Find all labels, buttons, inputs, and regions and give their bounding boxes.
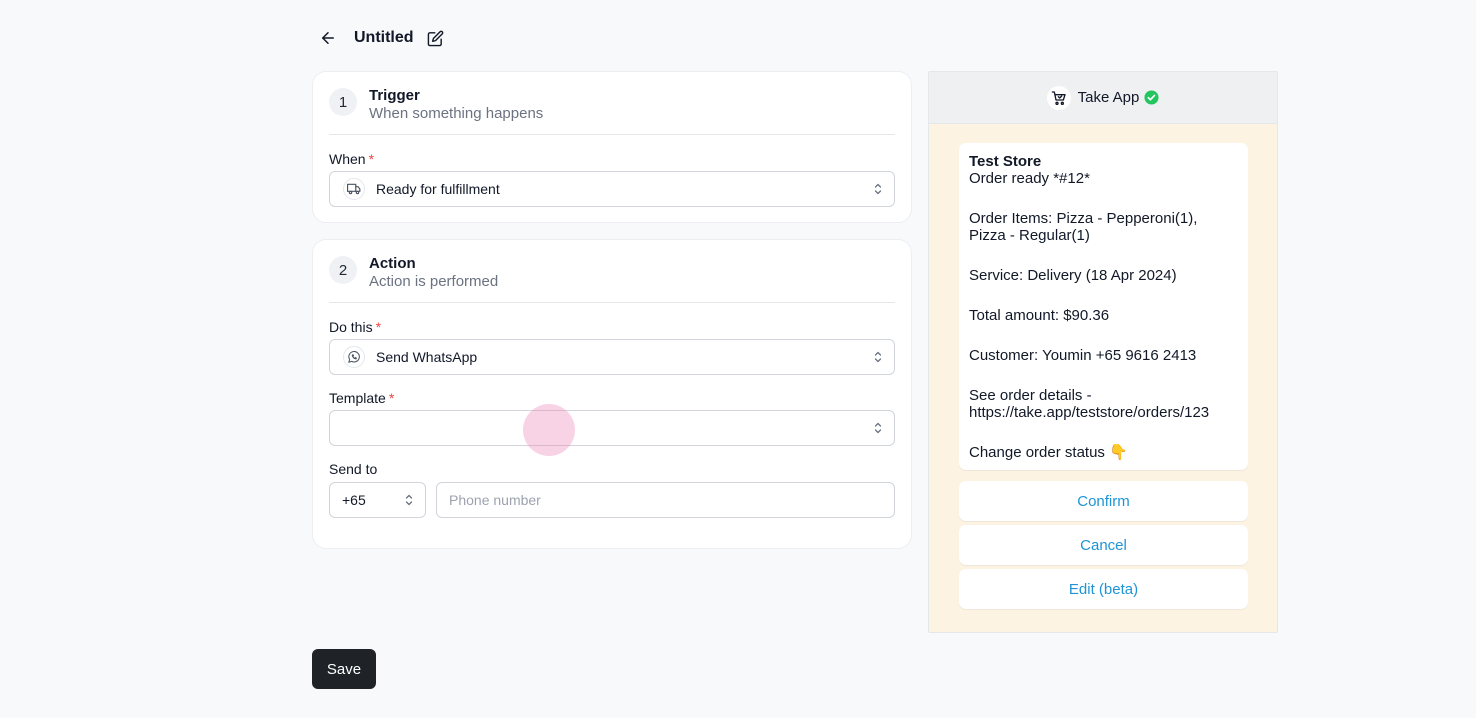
message-line: Pizza - Regular(1) (969, 227, 1090, 244)
chevron-up-down-icon (874, 422, 882, 434)
message-preview: Take App Test Store Order ready *#12* Or… (928, 71, 1278, 633)
required-mark: * (375, 319, 382, 335)
verified-badge-icon (1144, 90, 1159, 105)
country-code-select[interactable]: +65 (329, 482, 426, 518)
action-step-header: 2 Action Action is performed (329, 255, 499, 291)
trigger-card: 1 Trigger When something happens When * R… (312, 71, 912, 223)
edit-icon (427, 30, 444, 46)
when-label: When * (329, 151, 375, 167)
message-bubble: Test Store Order ready *#12* Order Items… (959, 143, 1248, 470)
trigger-step-header: 1 Trigger When something happens (329, 87, 544, 123)
do-this-select[interactable]: Send WhatsApp (329, 339, 895, 375)
chevron-up-down-icon (405, 494, 413, 506)
action-subtitle: Action is performed (369, 273, 499, 290)
message-line: Customer: Youmin +65 9616 2413 (969, 347, 1197, 364)
back-button[interactable] (312, 22, 344, 54)
send-to-label: Send to (329, 461, 378, 477)
message-link[interactable]: https://take.app/teststore/orders/123 (969, 404, 1238, 421)
preview-store-name: Take App (1077, 89, 1140, 106)
message-line: Order ready *#12* (969, 170, 1090, 187)
message-line: Total amount: $90.36 (969, 307, 1110, 324)
message-line: Change order status 👇 (969, 444, 1128, 461)
save-button[interactable]: Save (312, 649, 376, 689)
preview-header: Take App (929, 72, 1277, 124)
when-select-value: Ready for fulfillment (376, 181, 500, 197)
required-mark: * (388, 390, 395, 406)
confirm-button[interactable]: Confirm (959, 481, 1248, 521)
chevron-up-down-icon (874, 183, 882, 195)
when-select[interactable]: Ready for fulfillment (329, 171, 895, 207)
edit-beta-button[interactable]: Edit (beta) (959, 569, 1248, 609)
chevron-up-down-icon (874, 351, 882, 363)
page-header: Untitled (312, 22, 450, 54)
country-code-value: +65 (342, 492, 366, 508)
step-number-badge: 1 (329, 88, 357, 116)
message-line: See order details - (969, 387, 1092, 404)
trigger-title: Trigger (369, 87, 420, 104)
cart-icon (1046, 85, 1071, 110)
edit-title-button[interactable] (422, 24, 450, 52)
template-label: Template * (329, 390, 395, 406)
truck-icon (343, 178, 365, 200)
phone-number-input[interactable] (436, 482, 895, 518)
cancel-button[interactable]: Cancel (959, 525, 1248, 565)
do-this-label: Do this * (329, 319, 382, 335)
action-card: 2 Action Action is performed Do this * Se… (312, 239, 912, 549)
page-title: Untitled (354, 29, 414, 46)
message-line: Order Items: Pizza - Pepperoni(1), (969, 210, 1198, 227)
click-indicator (523, 404, 575, 456)
whatsapp-icon (343, 346, 365, 368)
trigger-subtitle: When something happens (369, 105, 544, 122)
do-this-select-value: Send WhatsApp (376, 349, 478, 365)
action-title: Action (369, 255, 416, 272)
arrow-left-icon (322, 32, 334, 44)
template-select[interactable] (329, 410, 895, 446)
divider (329, 134, 895, 135)
divider (329, 302, 895, 303)
message-line: Service: Delivery (18 Apr 2024) (969, 267, 1177, 284)
message-title: Test Store (969, 153, 1042, 170)
step-number-badge: 2 (329, 256, 357, 284)
required-mark: * (368, 151, 375, 167)
